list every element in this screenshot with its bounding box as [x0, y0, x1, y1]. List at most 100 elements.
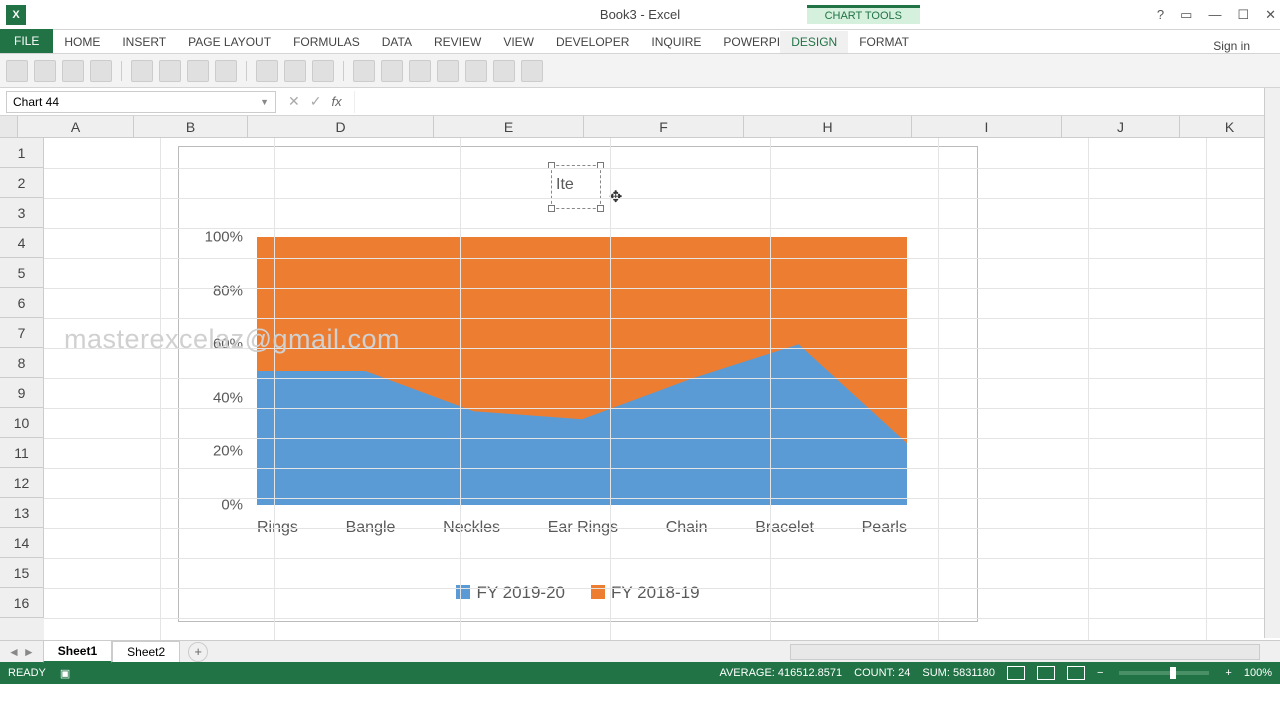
- tab-format[interactable]: FORMAT: [848, 31, 920, 53]
- macro-record-icon[interactable]: ▣: [60, 667, 70, 680]
- zoom-slider[interactable]: [1119, 671, 1209, 675]
- tab-developer[interactable]: DEVELOPER: [545, 31, 640, 53]
- view-normal-icon[interactable]: [1007, 666, 1025, 680]
- qat-icon[interactable]: [187, 60, 209, 82]
- qat-icon[interactable]: [381, 60, 403, 82]
- row-header[interactable]: 2: [0, 168, 44, 198]
- tab-data[interactable]: DATA: [371, 31, 423, 53]
- qat-icon[interactable]: [62, 60, 84, 82]
- sheet-nav-first-icon[interactable]: ◄: [8, 645, 20, 659]
- row-header[interactable]: 7: [0, 318, 44, 348]
- status-count: COUNT: 24: [854, 667, 910, 679]
- row-header[interactable]: 6: [0, 288, 44, 318]
- qat-icon[interactable]: [159, 60, 181, 82]
- view-page-layout-icon[interactable]: [1037, 666, 1055, 680]
- row-header[interactable]: 15: [0, 558, 44, 588]
- tab-inquire[interactable]: INQUIRE: [640, 31, 712, 53]
- chart-title-box[interactable]: Ite: [551, 165, 601, 209]
- qat-icon[interactable]: [312, 60, 334, 82]
- column-header[interactable]: E: [434, 116, 584, 137]
- row-header[interactable]: 12: [0, 468, 44, 498]
- row-header[interactable]: 4: [0, 228, 44, 258]
- qat-icon[interactable]: [493, 60, 515, 82]
- column-header[interactable]: A: [18, 116, 134, 137]
- tab-page-layout[interactable]: PAGE LAYOUT: [177, 31, 282, 53]
- qat-icon[interactable]: [465, 60, 487, 82]
- name-box-value: Chart 44: [13, 95, 59, 109]
- legend-item[interactable]: FY 2018-19: [591, 583, 700, 603]
- tab-file[interactable]: FILE: [0, 29, 53, 53]
- chart-object[interactable]: Ite 100%80%60%40%20%0% RingsBangleNeckle…: [178, 146, 978, 622]
- tab-review[interactable]: REVIEW: [423, 31, 492, 53]
- column-header[interactable]: F: [584, 116, 744, 137]
- formula-bar: Chart 44 ▼ ✕ ✓ fx: [0, 88, 1280, 116]
- chart-plot[interactable]: [257, 237, 907, 505]
- fx-icon[interactable]: fx: [331, 94, 341, 109]
- row-header[interactable]: 16: [0, 588, 44, 618]
- maximize-icon[interactable]: ☐: [1237, 7, 1249, 23]
- row-header[interactable]: 9: [0, 378, 44, 408]
- qat-save-icon[interactable]: [6, 60, 28, 82]
- row-header[interactable]: 3: [0, 198, 44, 228]
- tab-home[interactable]: HOME: [53, 31, 111, 53]
- legend-item[interactable]: FY 2019-20: [456, 583, 565, 603]
- vertical-scrollbar[interactable]: [1264, 88, 1280, 638]
- row-header[interactable]: 13: [0, 498, 44, 528]
- series-fy2019-20[interactable]: [257, 237, 907, 505]
- row-header[interactable]: 10: [0, 408, 44, 438]
- qat-icon[interactable]: [353, 60, 375, 82]
- qat-icon[interactable]: [437, 60, 459, 82]
- sheet-tab[interactable]: Sheet2: [112, 641, 180, 662]
- qat-icon[interactable]: [34, 60, 56, 82]
- qat-icon[interactable]: [131, 60, 153, 82]
- close-icon[interactable]: ✕: [1265, 7, 1276, 23]
- cells-area[interactable]: masterexcelaz@gmail.com Ite 100%80%60%40…: [44, 138, 1280, 640]
- select-all-corner[interactable]: [0, 116, 18, 137]
- column-header[interactable]: I: [912, 116, 1062, 137]
- sheet-nav-last-icon[interactable]: ►: [23, 645, 35, 659]
- tab-view[interactable]: VIEW: [492, 31, 545, 53]
- zoom-in-icon[interactable]: +: [1225, 667, 1231, 679]
- qat-icon[interactable]: [284, 60, 306, 82]
- qat-icon[interactable]: [256, 60, 278, 82]
- name-box[interactable]: Chart 44 ▼: [6, 91, 276, 113]
- tab-insert[interactable]: INSERT: [111, 31, 177, 53]
- worksheet-grid[interactable]: ABDEFHIJK 12345678910111213141516 master…: [0, 116, 1280, 640]
- minimize-icon[interactable]: —: [1208, 7, 1221, 22]
- new-sheet-button[interactable]: +: [188, 642, 208, 662]
- column-header[interactable]: B: [134, 116, 248, 137]
- name-box-dropdown-icon[interactable]: ▼: [260, 97, 269, 107]
- tab-design[interactable]: DESIGN: [780, 31, 848, 53]
- column-header[interactable]: H: [744, 116, 912, 137]
- sheet-tab-bar: ◄ ► Sheet1 Sheet2 +: [0, 640, 1280, 662]
- horizontal-scrollbar[interactable]: [790, 644, 1260, 660]
- qat-icon[interactable]: [521, 60, 543, 82]
- enter-icon[interactable]: ✓: [310, 93, 322, 110]
- column-header[interactable]: D: [248, 116, 434, 137]
- zoom-level[interactable]: 100%: [1244, 667, 1272, 679]
- row-header[interactable]: 14: [0, 528, 44, 558]
- cancel-icon[interactable]: ✕: [288, 93, 300, 110]
- y-axis-labels: 100%80%60%40%20%0%: [199, 225, 249, 535]
- plot-area[interactable]: 100%80%60%40%20%0% RingsBangleNecklesEar…: [199, 225, 959, 535]
- sheet-tab[interactable]: Sheet1: [43, 640, 112, 663]
- row-header[interactable]: 8: [0, 348, 44, 378]
- signin-link[interactable]: Sign in: [1213, 39, 1250, 53]
- row-header[interactable]: 5: [0, 258, 44, 288]
- qat-icon[interactable]: [90, 60, 112, 82]
- column-header[interactable]: J: [1062, 116, 1180, 137]
- row-header[interactable]: 1: [0, 138, 44, 168]
- qat-icon[interactable]: [409, 60, 431, 82]
- chart-tools-label: CHART TOOLS: [807, 5, 920, 24]
- help-icon[interactable]: ?: [1157, 7, 1164, 22]
- tab-formulas[interactable]: FORMULAS: [282, 31, 371, 53]
- view-page-break-icon[interactable]: [1067, 666, 1085, 680]
- ribbon-options-icon[interactable]: ▭: [1180, 7, 1192, 23]
- qat-icon[interactable]: [215, 60, 237, 82]
- chart-legend[interactable]: FY 2019-20 FY 2018-19: [179, 583, 977, 603]
- row-header[interactable]: 11: [0, 438, 44, 468]
- zoom-out-icon[interactable]: −: [1097, 667, 1103, 679]
- status-bar: READY ▣ AVERAGE: 416512.8571 COUNT: 24 S…: [0, 662, 1280, 684]
- column-headers: ABDEFHIJK: [0, 116, 1280, 138]
- formula-input[interactable]: [354, 91, 1280, 113]
